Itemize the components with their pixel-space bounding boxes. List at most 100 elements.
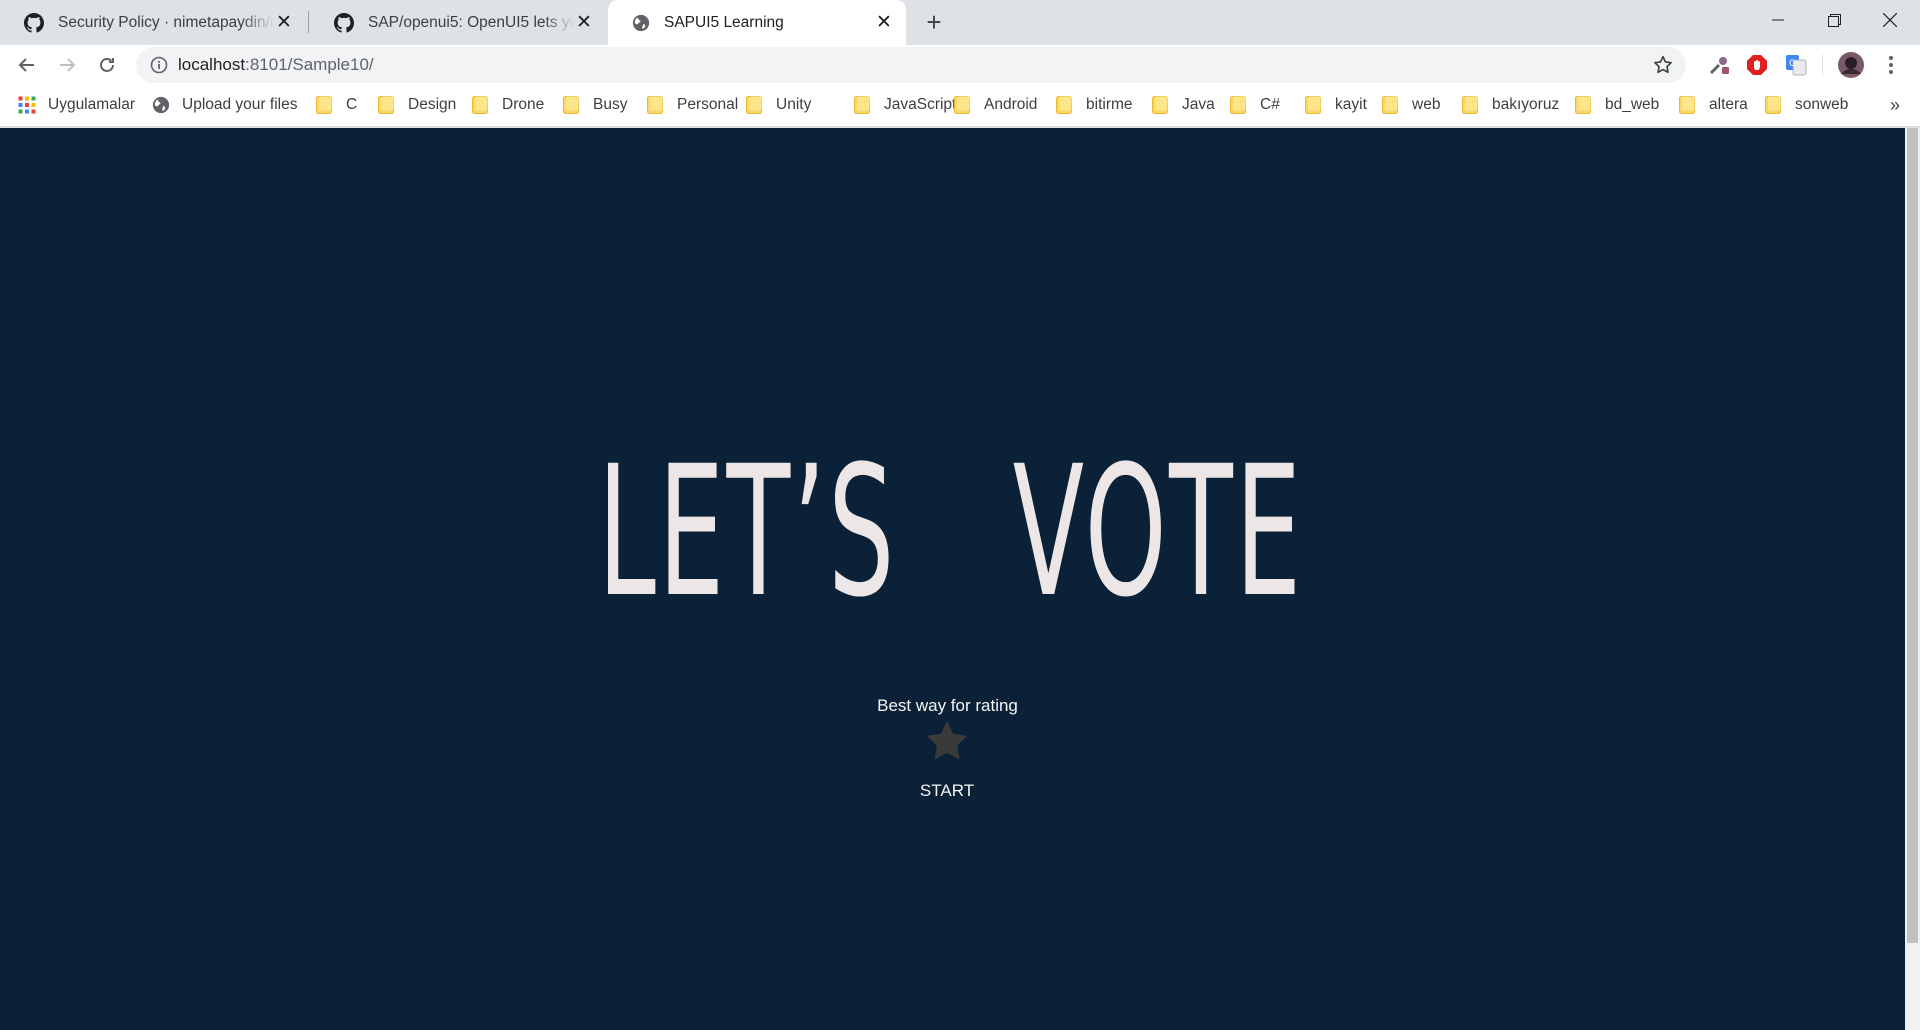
close-icon — [1883, 13, 1897, 27]
bookmark-item[interactable]: kayit — [1305, 84, 1367, 126]
forward-button[interactable] — [51, 49, 83, 81]
bookmark-label: JavaScript — [884, 96, 957, 113]
bookmark-label: altera — [1709, 96, 1748, 113]
maximize-button[interactable] — [1806, 0, 1862, 40]
svg-text:G: G — [1789, 59, 1796, 69]
bookmark-item[interactable]: web — [1382, 84, 1440, 126]
github-icon — [334, 12, 354, 33]
bookmark-label: Design — [408, 96, 457, 113]
folder-icon — [316, 96, 346, 114]
close-window-button[interactable] — [1862, 0, 1918, 40]
bookmark-label: Upload your files — [182, 96, 298, 113]
bookmark-item[interactable]: bakıyoruz — [1462, 84, 1559, 126]
folder-icon — [1230, 96, 1260, 114]
profile-avatar[interactable] — [1838, 52, 1864, 78]
browser-menu-button[interactable] — [1878, 52, 1904, 78]
back-button[interactable] — [11, 49, 43, 81]
bookmark-label: Drone — [502, 96, 545, 113]
github-icon — [24, 12, 44, 33]
bookmark-item[interactable]: JavaScript — [854, 84, 956, 126]
globe-icon — [152, 96, 182, 114]
apps-icon — [18, 96, 48, 114]
address-url: localhost:8101/Sample10/ — [178, 47, 374, 83]
start-button[interactable]: START — [897, 776, 997, 806]
folder-icon — [1382, 96, 1412, 114]
tab-sapui5-learning[interactable]: SAPUI5 Learning ✕ — [608, 0, 906, 45]
bookmark-label: Unity — [776, 96, 812, 113]
bookmark-item[interactable]: Personal — [647, 84, 738, 126]
folder-icon — [472, 96, 502, 114]
bookmark-item[interactable]: sonweb — [1765, 84, 1848, 126]
bookmarks-overflow-button[interactable]: » — [1890, 84, 1900, 126]
folder-icon — [647, 96, 677, 114]
bookmark-item[interactable]: bitirme — [1056, 84, 1133, 126]
bookmark-label: bitirme — [1086, 96, 1133, 113]
bookmark-label: C# — [1260, 96, 1280, 113]
bookmark-item[interactable]: C# — [1230, 84, 1280, 126]
tab-title: SAP/openui5: OpenUI5 lets you build — [368, 13, 574, 31]
hero-word-lets: LET’S — [597, 428, 897, 637]
url-path: :8101/Sample10/ — [245, 55, 374, 74]
bookmark-item[interactable]: Uygulamalar — [18, 84, 135, 126]
bookmark-item[interactable]: Upload your files — [152, 84, 297, 126]
folder-icon — [1679, 96, 1709, 114]
tab-openui5[interactable]: SAP/openui5: OpenUI5 lets you build ✕ — [310, 0, 606, 45]
page-content: LET’S VOTE Best way for rating START — [0, 128, 1905, 1030]
page-scrollbar[interactable] — [1905, 128, 1920, 1030]
bookmarks-bar: » Uygulamalar Upload your files C Design Dro… — [0, 84, 1920, 127]
subtitle: Best way for rating — [877, 696, 1018, 715]
folder-icon — [378, 96, 408, 114]
minimize-icon — [1772, 19, 1784, 21]
adblock-icon — [1747, 55, 1767, 75]
url-host: localhost — [178, 55, 246, 74]
folder-icon — [1305, 96, 1335, 114]
tab-security-policy[interactable]: Security Policy · nimetapaydin/ui5 ✕ — [0, 0, 306, 45]
bookmark-item[interactable]: Java — [1152, 84, 1215, 126]
address-bar[interactable]: localhost:8101/Sample10/ — [136, 47, 1686, 83]
bookmark-label: Personal — [677, 96, 739, 113]
bookmark-item[interactable]: bd_web — [1575, 84, 1659, 126]
bookmark-label: Busy — [593, 96, 628, 113]
info-icon[interactable] — [150, 56, 168, 74]
bookmark-item[interactable]: Busy — [563, 84, 627, 126]
reload-button[interactable] — [91, 49, 123, 81]
extension-translate[interactable]: G — [1783, 52, 1809, 78]
folder-icon — [746, 96, 776, 114]
rating-star-icon[interactable] — [925, 720, 969, 762]
bookmark-label: Uygulamalar — [48, 96, 136, 113]
hero-title: LET’S VOTE — [398, 433, 1503, 633]
toolbar-divider — [1822, 55, 1823, 75]
close-icon[interactable]: ✕ — [574, 12, 594, 33]
bookmark-label: sonweb — [1795, 96, 1849, 113]
bookmark-item[interactable]: Unity — [746, 84, 811, 126]
bookmark-item[interactable]: Drone — [472, 84, 544, 126]
bookmark-label: bd_web — [1605, 96, 1660, 113]
bookmark-star-icon[interactable] — [1652, 54, 1674, 76]
bookmark-item[interactable]: C — [316, 84, 357, 126]
extension-eyedropper[interactable] — [1706, 52, 1732, 78]
bookmark-item[interactable]: Design — [378, 84, 456, 126]
tab-title: SAPUI5 Learning — [664, 13, 784, 31]
folder-icon — [1765, 96, 1795, 114]
bookmark-item[interactable]: altera — [1679, 84, 1748, 126]
new-tab-button[interactable]: + — [920, 7, 948, 37]
arrow-left-icon — [18, 58, 34, 72]
folder-icon — [1056, 96, 1086, 114]
extension-adblock[interactable] — [1744, 52, 1770, 78]
bookmark-label: Java — [1182, 96, 1215, 113]
folder-icon — [954, 96, 984, 114]
bookmark-label: kayit — [1335, 96, 1367, 113]
scrollbar-thumb[interactable] — [1907, 128, 1918, 943]
browser-toolbar: localhost:8101/Sample10/ G — [0, 45, 1920, 84]
avatar-icon — [1838, 52, 1864, 78]
bookmark-label: bakıyoruz — [1492, 96, 1560, 113]
minimize-button[interactable] — [1750, 0, 1806, 40]
bookmark-item[interactable]: Android — [954, 84, 1037, 126]
arrow-right-icon — [60, 58, 76, 72]
close-icon[interactable]: ✕ — [274, 12, 294, 33]
restore-icon — [1827, 13, 1841, 27]
translate-icon: G — [1786, 55, 1807, 76]
folder-icon — [854, 96, 884, 114]
close-icon[interactable]: ✕ — [874, 12, 894, 33]
eyedropper-icon — [1709, 57, 1729, 75]
